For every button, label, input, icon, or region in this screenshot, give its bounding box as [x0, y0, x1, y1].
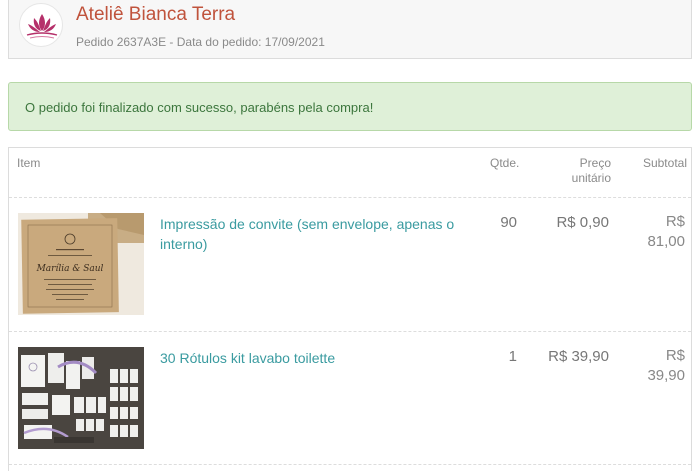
- success-message: O pedido foi finalizado com sucesso, par…: [25, 100, 374, 115]
- product-link[interactable]: Impressão de convite (sem envelope, apen…: [160, 214, 470, 254]
- item-subtotal: R$ 81,00: [647, 213, 685, 250]
- store-name[interactable]: Ateliê Bianca Terra: [76, 4, 235, 26]
- lotus-logo-icon: [26, 14, 58, 39]
- item-unit-price: R$ 0,90: [556, 214, 609, 231]
- kraft-invitation-image[interactable]: Marília & Saul: [18, 213, 144, 315]
- store-header: Ateliê Bianca Terra Pedido 2637A3E - Dat…: [8, 0, 692, 59]
- row-divider: [9, 464, 691, 465]
- order-items-table: Item Qtde. Preço unitário Subtotal Maríl…: [8, 147, 692, 471]
- order-meta: Pedido 2637A3E - Data do pedido: 17/09/2…: [76, 35, 325, 49]
- store-logo[interactable]: [19, 3, 63, 47]
- column-header-subtotal: Subtotal: [642, 156, 687, 170]
- column-header-item: Item: [17, 156, 41, 170]
- success-alert: O pedido foi finalizado com sucesso, par…: [8, 82, 692, 131]
- column-header-qty: Qtde.: [490, 156, 520, 170]
- item-subtotal: R$ 39,90: [647, 347, 685, 384]
- row-divider: [9, 331, 691, 332]
- row-divider: [9, 197, 691, 198]
- column-header-price: Preço unitário: [571, 156, 611, 185]
- item-unit-price: R$ 39,90: [548, 348, 609, 365]
- item-qty: 1: [508, 348, 517, 365]
- svg-text:Marília & Saul: Marília & Saul: [36, 263, 104, 274]
- product-link[interactable]: 30 Rótulos kit lavabo toilette: [160, 348, 470, 368]
- item-qty: 90: [500, 214, 517, 231]
- toilette-labels-image[interactable]: [18, 347, 144, 449]
